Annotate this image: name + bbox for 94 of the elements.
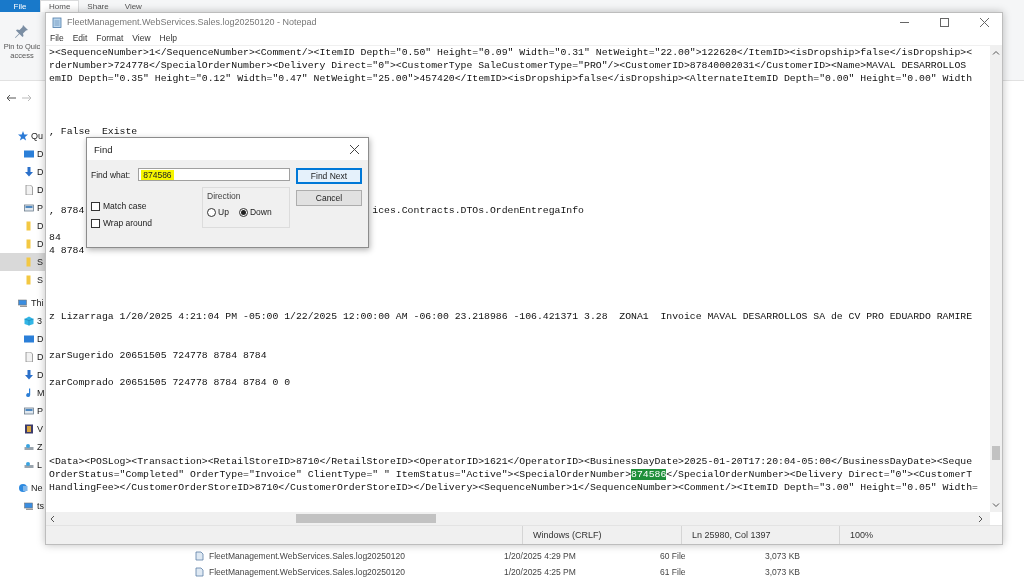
notepad-icon xyxy=(52,16,62,28)
text-line: 4 8784 xyxy=(49,244,85,256)
nav-item[interactable]: D xyxy=(0,145,46,163)
dialog-title: Find xyxy=(94,143,113,155)
nav-item[interactable]: D xyxy=(0,181,46,199)
chevron-right-icon[interactable] xyxy=(977,514,984,523)
zoom-status: 100% xyxy=(850,530,874,540)
radio-button[interactable]: Down xyxy=(238,207,272,217)
menu-item[interactable]: File xyxy=(50,33,64,43)
scroll-thumb[interactable] xyxy=(296,514,436,523)
text-line: emID Depth="0.35" Height="0.12" Width="0.47" NetWeight="25.00">457420</ItemID><isDropship>false</isDropship><AlternateItemID Depth="0.00" Height="0.00" Width xyxy=(49,73,973,85)
drive-icon xyxy=(24,442,34,452)
menu-item[interactable]: Format xyxy=(96,33,124,43)
cursor-position-status: Ln 25980, Col 1397 xyxy=(692,530,771,540)
menu-item[interactable]: View xyxy=(132,33,151,43)
find-what-label: Find what: xyxy=(91,169,131,180)
text-line: HandlingFee></CustomerOrderStoreID>8710</CustomerOrderStoreID></Delivery><SequenceNumber>1</SequenceNumber><Comment/><ItemID Depth="3.00" Height="0.05" Width= xyxy=(49,482,978,494)
checkbox[interactable]: Match case xyxy=(91,201,152,211)
menu-item[interactable]: Help xyxy=(159,33,178,43)
close-icon xyxy=(349,144,359,154)
drive-icon xyxy=(24,460,34,470)
nav-item[interactable]: S xyxy=(0,271,46,289)
find-what-field[interactable]: 874586 xyxy=(138,168,291,181)
text-line: zarComprado 20651505 724778 8784 8784 0 0 xyxy=(49,376,291,388)
maximize-icon xyxy=(940,17,949,27)
film-icon xyxy=(24,424,34,434)
chevron-down-icon[interactable] xyxy=(992,501,1000,509)
nav-item[interactable]: ts xyxy=(0,497,46,515)
dialog-button[interactable]: Cancel xyxy=(296,190,362,206)
text-line: <Data><POSLog><Transaction><RetailStoreID>8710</RetailStoreID><OperatorID>1621</OperatorID><BusinessDayDate>2025-01-20T17:20:04-05:00</BusinessDayDate><Seque xyxy=(49,455,973,467)
cube-icon xyxy=(24,316,34,326)
desktop-icon xyxy=(24,334,34,344)
forward-arrow-icon[interactable] xyxy=(22,94,32,102)
text-line: , 8784 xyxy=(49,205,85,217)
nav-item[interactable]: D xyxy=(0,163,46,181)
file-date: 1/20/2025 4:25 PM xyxy=(504,567,577,577)
window-title: FleetManagement.WebServices.Sales.log20250120 - Notepad xyxy=(67,17,318,27)
horizontal-scrollbar[interactable] xyxy=(46,512,990,525)
file-size: 3,073 KB xyxy=(765,567,801,577)
download-icon xyxy=(24,167,34,177)
document-icon xyxy=(24,352,34,362)
text-line: zarSugerido 20651505 724778 8784 8784 xyxy=(49,350,267,362)
nav-item[interactable]: D xyxy=(0,366,46,384)
star-icon xyxy=(18,131,28,141)
file-name[interactable]: FleetManagement.WebServices.Sales.log20250120 xyxy=(209,551,405,561)
file-type: 60 File xyxy=(660,551,687,561)
computer-icon xyxy=(24,501,34,511)
pin-icon xyxy=(15,24,29,38)
file-date: 1/20/2025 4:29 PM xyxy=(504,551,577,561)
radio-button[interactable]: Up xyxy=(207,207,229,217)
nav-item[interactable]: 3 xyxy=(0,312,46,330)
download-icon xyxy=(24,370,34,380)
nav-item[interactable]: P xyxy=(0,199,46,217)
desktop-icon xyxy=(24,149,34,159)
scroll-thumb[interactable] xyxy=(992,446,1000,460)
text-line: ices.Contracts.DTOs.OrdenEntregaInfo xyxy=(372,204,584,218)
line-ending-status: Windows (CRLF) xyxy=(533,530,602,540)
text-line: 84 xyxy=(49,231,61,243)
text-line: rderNumber>724778</SpecialOrderNumber><Delivery Direct="0"><CustomerType SaleCustomerType="PRO"/><CustomerID>87840002031</CustomerID><Name>MAVAL DESARROLLOS xyxy=(49,60,967,72)
text-line: , False Existe xyxy=(49,126,138,138)
text-line: z Lizarraga 1/20/2025 4:21:04 PM -05:00 1/22/2025 12:00:00 AM -06:00 23.218986 -106.421371 3.28 ZONA1 Invoice MAVAL DESARROLLOS SA de CV PRO EDUARDO RAMIRE xyxy=(49,310,973,322)
menu-item[interactable]: Edit xyxy=(72,33,88,43)
nav-item[interactable]: D xyxy=(0,330,46,348)
nav-item[interactable]: Z xyxy=(0,438,46,456)
chevron-up-icon[interactable] xyxy=(992,49,1000,57)
file-name[interactable]: FleetManagement.WebServices.Sales.log20250120 xyxy=(209,567,405,577)
dialog-button[interactable]: Find Next xyxy=(296,168,362,184)
text-line: ><SequenceNumber>1</SequenceNumber><Comment/><ItemID Depth="0.50" Height="0.09" Width="0.31" NetWeight="22.00">122620</ItemID><isDropship>false</isDropship>< xyxy=(49,47,973,58)
close-icon xyxy=(980,17,989,27)
network-icon xyxy=(18,483,28,493)
ribbon-tab[interactable]: Share xyxy=(79,0,117,12)
nav-item[interactable]: Qu xyxy=(0,127,46,145)
file-type: 61 File xyxy=(660,567,687,577)
file-size: 3,073 KB xyxy=(765,551,801,561)
nav-item[interactable]: Thi xyxy=(0,294,46,312)
document-icon xyxy=(24,185,34,195)
computer-icon xyxy=(18,298,28,308)
chevron-left-icon[interactable] xyxy=(49,514,56,523)
direction-label: Direction xyxy=(207,191,242,201)
nav-item[interactable]: S xyxy=(0,253,46,271)
checkbox[interactable]: Wrap around xyxy=(91,218,152,228)
nav-item[interactable]: D xyxy=(0,235,46,253)
ribbon-tab[interactable]: Home xyxy=(40,0,80,12)
vertical-scrollbar[interactable] xyxy=(990,46,1002,512)
nav-item[interactable]: M xyxy=(0,384,46,402)
pictures-icon xyxy=(24,203,34,213)
pictures-icon xyxy=(24,406,34,416)
nav-item[interactable]: L xyxy=(0,456,46,474)
ribbon-tab[interactable]: View xyxy=(116,0,150,12)
back-arrow-icon[interactable] xyxy=(6,94,16,102)
nav-item[interactable]: D xyxy=(0,348,46,366)
nav-item[interactable]: P xyxy=(0,402,46,420)
file-menu-tab[interactable]: File xyxy=(0,0,40,12)
nav-item[interactable]: D xyxy=(0,217,46,235)
